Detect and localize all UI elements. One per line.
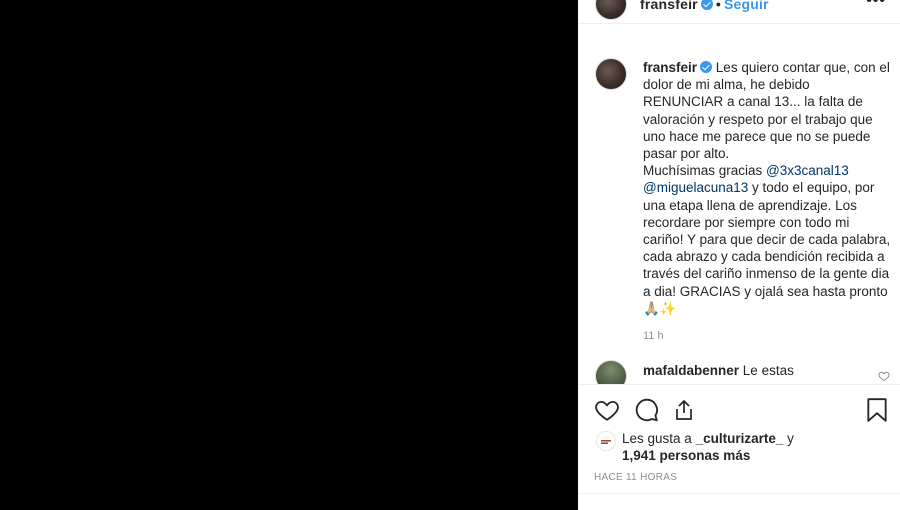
caption-emoji: 🙏🏼✨ bbox=[643, 300, 677, 316]
header-user-line: fransfeir • Seguir bbox=[640, 0, 769, 12]
post-actions: Les gusta a _culturizarte_ y 1,941 perso… bbox=[578, 384, 900, 510]
bookmark-icon[interactable] bbox=[866, 397, 888, 423]
more-options-icon[interactable]: ••• bbox=[866, 0, 886, 10]
post-media[interactable] bbox=[0, 0, 578, 510]
heart-icon[interactable] bbox=[594, 397, 620, 423]
comment-icon[interactable] bbox=[634, 397, 660, 423]
caption-author-avatar[interactable] bbox=[595, 58, 627, 90]
separator-dot: • bbox=[715, 0, 721, 12]
post-age[interactable]: HACE 11 HORAS bbox=[594, 472, 677, 483]
caption-text-2: Muchísimas gracias bbox=[643, 163, 767, 179]
author-avatar[interactable] bbox=[595, 0, 627, 20]
verified-badge-icon bbox=[700, 61, 713, 73]
follow-button[interactable]: Seguir bbox=[724, 0, 769, 12]
likes-middle: y bbox=[783, 431, 794, 446]
post-caption: fransfeir Les quiero contar que, con el … bbox=[643, 59, 891, 317]
post-header: fransfeir • Seguir ••• bbox=[578, 0, 900, 24]
share-icon[interactable] bbox=[672, 397, 696, 423]
caption-username[interactable]: fransfeir bbox=[643, 60, 697, 75]
mention-3x3canal13[interactable]: @3x3canal13 bbox=[766, 163, 849, 178]
commenter-username[interactable]: mafaldabenner bbox=[643, 363, 739, 378]
caption-text-3: y todo el equipo, por una etapa llena de… bbox=[643, 180, 891, 299]
comment-item: mafaldabenner Le estas bbox=[643, 363, 794, 378]
small-heart-icon[interactable] bbox=[878, 370, 890, 382]
comment-text: Le estas bbox=[742, 363, 794, 378]
likes-count[interactable]: 1,941 personas más bbox=[622, 448, 750, 463]
author-username[interactable]: fransfeir bbox=[640, 0, 698, 12]
caption-text-1: Les quiero contar que, con el dolor de m… bbox=[643, 60, 890, 162]
liker-username[interactable]: _culturizarte_ bbox=[696, 431, 784, 446]
culturizarte-logo bbox=[601, 440, 611, 444]
mention-miguelacuna13[interactable]: @miguelacuna13 bbox=[643, 180, 748, 195]
comments-area[interactable]: fransfeir Les quiero contar que, con el … bbox=[578, 24, 900, 384]
post-side-panel: fransfeir • Seguir ••• fransfeir Les quier… bbox=[578, 0, 900, 510]
liker-avatar[interactable] bbox=[596, 431, 616, 451]
likes-summary: Les gusta a _culturizarte_ y 1,941 perso… bbox=[622, 430, 882, 464]
verified-badge-icon bbox=[700, 0, 713, 10]
divider bbox=[578, 493, 900, 494]
commenter-avatar[interactable] bbox=[595, 360, 627, 384]
likes-prefix: Les gusta a bbox=[622, 431, 696, 446]
caption-timestamp[interactable]: 11 h bbox=[643, 330, 664, 342]
